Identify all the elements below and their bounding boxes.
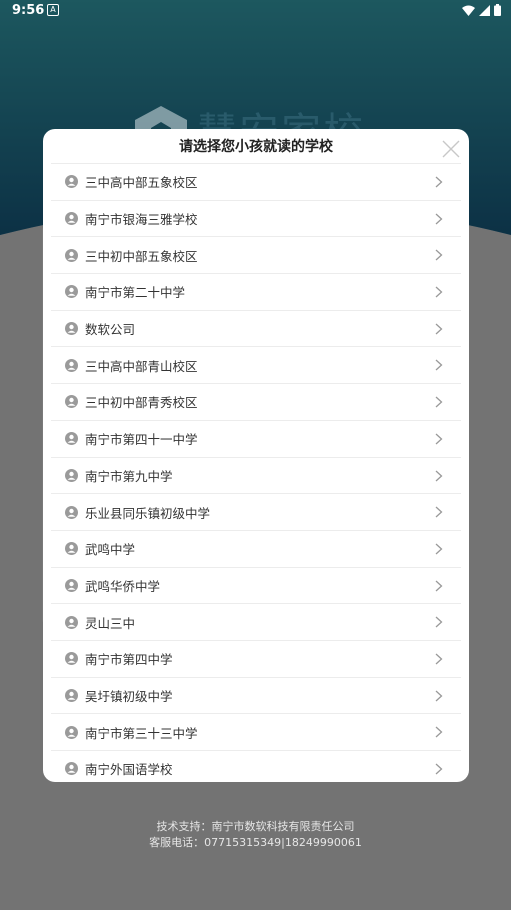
user-icon bbox=[65, 432, 78, 446]
school-list-item[interactable]: 南宁市第九中学 bbox=[51, 456, 461, 494]
chevron-right-icon bbox=[435, 580, 443, 592]
school-name: 吴圩镇初级中学 bbox=[85, 688, 173, 704]
chevron-right-icon bbox=[435, 726, 443, 738]
school-name: 数软公司 bbox=[85, 322, 136, 338]
school-list-item[interactable]: 南宁市第三十三中学 bbox=[51, 713, 461, 750]
school-name: 南宁市第二十中学 bbox=[85, 285, 186, 301]
user-icon bbox=[65, 358, 78, 372]
user-icon bbox=[65, 505, 78, 519]
chevron-right-icon bbox=[435, 286, 443, 298]
school-list-item[interactable]: 三中高中部五象校区 bbox=[51, 163, 461, 200]
school-name: 三中初中部五象校区 bbox=[85, 248, 198, 264]
school-name: 武鸣华侨中学 bbox=[85, 578, 161, 594]
chevron-right-icon bbox=[435, 690, 443, 702]
user-icon bbox=[65, 578, 78, 592]
battery-icon bbox=[494, 4, 501, 16]
school-name: 南宁市第四中学 bbox=[85, 652, 173, 668]
close-icon[interactable] bbox=[441, 139, 461, 159]
user-icon bbox=[65, 725, 78, 739]
school-list-item[interactable]: 乐业县同乐镇初级中学 bbox=[51, 493, 461, 530]
school-list-item[interactable]: 南宁市第二十中学 bbox=[51, 273, 461, 310]
user-icon bbox=[65, 285, 78, 299]
user-icon bbox=[65, 542, 78, 556]
user-icon bbox=[65, 615, 78, 629]
chevron-right-icon bbox=[435, 213, 443, 225]
school-list-item[interactable]: 三中初中部五象校区 bbox=[51, 236, 461, 273]
chevron-right-icon bbox=[435, 323, 443, 335]
user-icon bbox=[65, 468, 78, 482]
school-name: 南宁市第九中学 bbox=[85, 468, 173, 484]
chevron-right-icon bbox=[435, 433, 443, 445]
phone-text: 客服电话：07715315349|18249990061 bbox=[149, 836, 362, 849]
school-list-item[interactable]: 灵山三中 bbox=[51, 603, 461, 640]
chevron-right-icon bbox=[435, 470, 443, 481]
school-list-item[interactable]: 武鸣华侨中学 bbox=[51, 566, 461, 604]
school-name: 三中高中部青山校区 bbox=[85, 358, 198, 374]
school-name: 南宁市第三十三中学 bbox=[85, 725, 198, 741]
school-name: 南宁市银海三雅学校 bbox=[85, 212, 198, 228]
school-list-item[interactable]: 三中初中部青秀校区 bbox=[51, 383, 461, 420]
user-icon bbox=[65, 212, 78, 226]
chevron-right-icon bbox=[435, 763, 443, 775]
school-list-item[interactable]: 吴圩镇初级中学 bbox=[51, 676, 461, 714]
school-list-item[interactable]: 数软公司 bbox=[51, 309, 461, 347]
school-name: 乐业县同乐镇初级中学 bbox=[85, 505, 211, 521]
chevron-right-icon bbox=[435, 506, 443, 518]
chevron-right-icon bbox=[435, 396, 443, 408]
user-icon bbox=[65, 322, 78, 336]
school-list: 三中高中部五象校区 南宁市银海三雅学校 三中初中部五象校区 南宁市第二十中学 数软公司三… bbox=[51, 163, 461, 782]
school-name: 南宁市第四十一中学 bbox=[85, 432, 198, 448]
wifi-icon bbox=[462, 5, 475, 16]
support-text: 技术支持：南宁市数软科技有限责任公司 bbox=[156, 820, 355, 833]
school-list-item[interactable]: 三中高中部青山校区 bbox=[51, 346, 461, 383]
user-icon bbox=[65, 175, 78, 189]
user-icon bbox=[65, 688, 78, 702]
school-name: 三中初中部青秀校区 bbox=[85, 395, 198, 411]
user-icon bbox=[65, 248, 78, 262]
status-bar: 9:56 A bbox=[0, 0, 511, 22]
school-list-item[interactable]: 南宁市第四十一中学 bbox=[51, 419, 461, 457]
chevron-right-icon bbox=[435, 176, 443, 188]
chevron-right-icon bbox=[435, 653, 443, 665]
notification-badge: A bbox=[47, 4, 59, 16]
signal-icon bbox=[479, 4, 490, 16]
chevron-right-icon bbox=[435, 359, 443, 371]
school-name: 南宁外国语学校 bbox=[85, 762, 173, 778]
school-list-item[interactable]: 南宁外国语学校 bbox=[51, 750, 461, 782]
user-icon bbox=[65, 762, 78, 776]
school-list-item[interactable]: 南宁市银海三雅学校 bbox=[51, 199, 461, 237]
school-select-dialog: 请选择您小孩就读的学校 三中高中部五象校区 南宁市银海三雅学校 三中初中部五象校区南… bbox=[43, 129, 469, 782]
status-icons bbox=[462, 4, 501, 16]
user-icon bbox=[65, 652, 78, 666]
dialog-title: 请选择您小孩就读的学校 bbox=[179, 139, 333, 155]
chevron-right-icon bbox=[435, 543, 443, 555]
school-name: 灵山三中 bbox=[85, 615, 136, 631]
footer: 技术支持：南宁市数软科技有限责任公司 客服电话：07715315349|1824… bbox=[0, 819, 511, 851]
user-icon bbox=[65, 395, 78, 409]
chevron-right-icon bbox=[435, 249, 443, 261]
school-name: 武鸣中学 bbox=[85, 542, 136, 558]
chevron-right-icon bbox=[435, 616, 443, 628]
school-name: 三中高中部五象校区 bbox=[85, 175, 198, 191]
school-list-item[interactable]: 南宁市第四中学 bbox=[51, 639, 461, 677]
school-list-item[interactable]: 武鸣中学 bbox=[51, 529, 461, 567]
status-time: 9:56 bbox=[12, 3, 45, 18]
